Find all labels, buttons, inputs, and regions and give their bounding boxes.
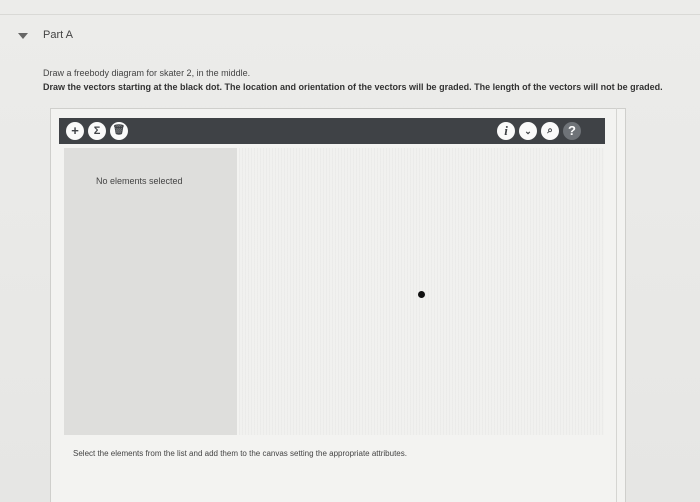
info-icon[interactable]: i <box>497 122 515 140</box>
toolbar: + Σ 🗑 i ⌄ ⌕ ? <box>59 118 605 144</box>
page: Part A Draw a freebody diagram for skate… <box>0 0 700 502</box>
help-icon[interactable]: ? <box>563 122 581 140</box>
chevron-down-icon[interactable]: ⌄ <box>519 122 537 140</box>
trash-icon[interactable]: 🗑 <box>110 122 128 140</box>
origin-dot[interactable] <box>418 291 425 298</box>
add-element-button[interactable]: + <box>66 122 84 140</box>
divider <box>0 14 700 15</box>
search-icon[interactable]: ⌕ <box>541 122 559 140</box>
collapse-triangle-icon[interactable] <box>18 33 28 39</box>
empty-selection-message: No elements selected <box>96 176 183 186</box>
sum-icon[interactable]: Σ <box>88 122 106 140</box>
instruction-text: Draw a freebody diagram for skater 2, in… <box>43 68 251 78</box>
divider <box>616 108 617 502</box>
part-title[interactable]: Part A <box>43 29 73 41</box>
element-properties-panel <box>64 148 237 435</box>
instruction-bold-text: Draw the vectors starting at the black d… <box>43 82 663 92</box>
hint-text: Select the elements from the list and ad… <box>73 449 407 458</box>
